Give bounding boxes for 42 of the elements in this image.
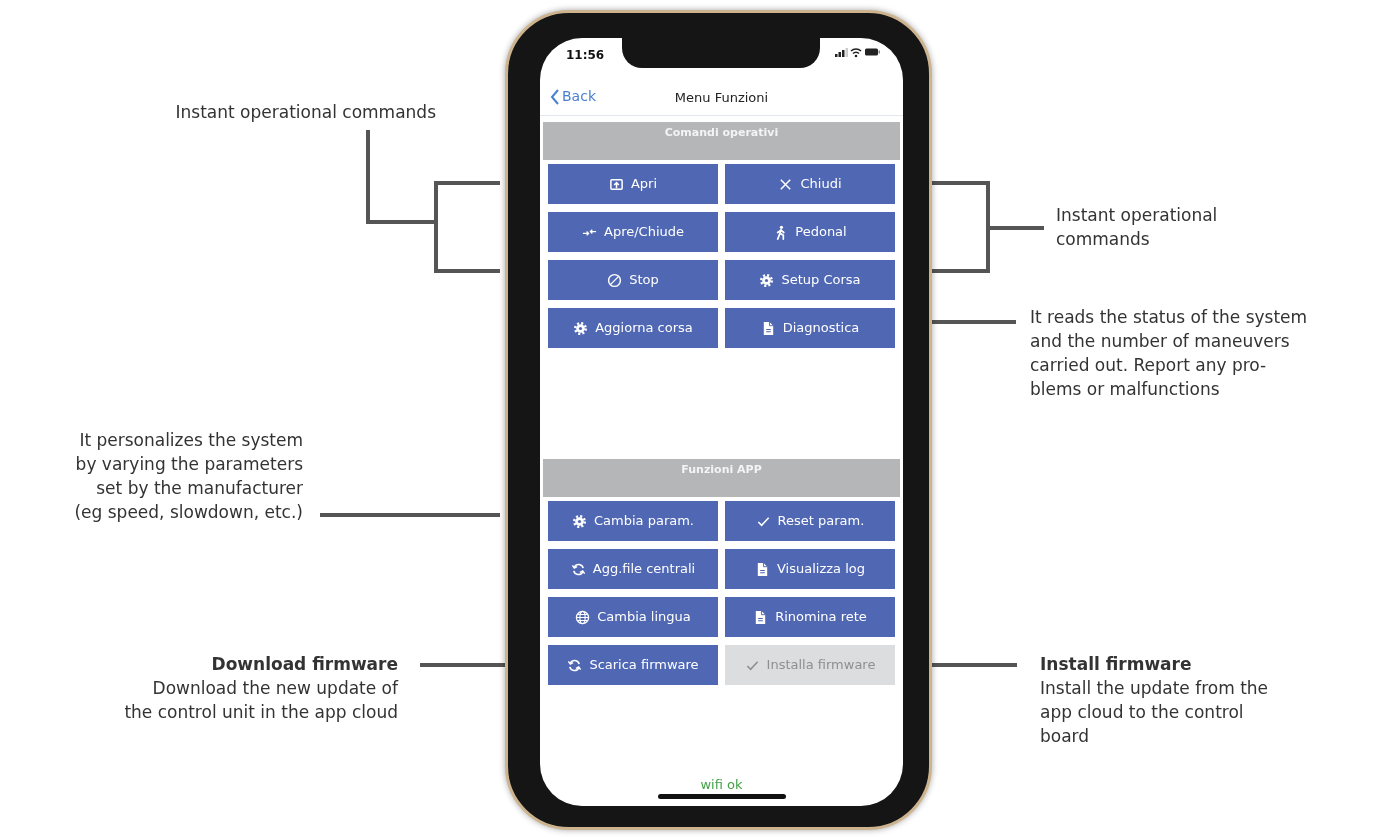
connection-status: wifi ok: [700, 776, 743, 794]
menu-button[interactable]: Rinomina rete: [725, 597, 895, 637]
screen-title: Menu Funzioni: [674, 89, 769, 107]
menu-button[interactable]: Stop: [548, 260, 718, 300]
menu-button[interactable]: Aggiorna corsa: [548, 308, 718, 348]
annotation-text: It personalizes the system by varying the parameters set by the manufacturer (eg speed, slowdown, etc.): [74, 429, 303, 524]
annotation-heading: Install firmware: [1040, 654, 1192, 674]
chevron-left-icon: [550, 88, 560, 105]
annotation-text: Install the update from the app cloud to the control board: [1040, 677, 1269, 748]
section-header: Funzioni APP: [543, 459, 900, 497]
sync-icon: [567, 657, 583, 673]
menu-button[interactable]: Cambia param.: [548, 501, 718, 541]
open-box-icon: [608, 176, 624, 192]
close-icon: [778, 176, 794, 192]
sync-icon: [570, 561, 586, 577]
annotation-text: It reads the status of the system and the number of maneuvers carried out. Report any pro- blems or malfunctions: [1030, 306, 1308, 401]
menu-button[interactable]: Setup Corsa: [725, 260, 895, 300]
stop-icon: [607, 272, 623, 288]
menu-button[interactable]: Chiudi: [725, 164, 895, 204]
menu-button[interactable]: Agg.file centrali: [548, 549, 718, 589]
annotation-heading: Download firmware: [211, 654, 398, 674]
menu-button[interactable]: Cambia lingua: [548, 597, 718, 637]
gear-icon: [759, 272, 775, 288]
section-header: Comandi operativi: [543, 122, 900, 160]
menu-button[interactable]: Pedonal: [725, 212, 895, 252]
menu-button[interactable]: Visualizza log: [725, 549, 895, 589]
back-button[interactable]: Back: [550, 86, 596, 107]
menu-button[interactable]: Diagnostica: [725, 308, 895, 348]
annotation-text: Download the new update of the control unit in the app cloud: [124, 677, 398, 724]
menu-button[interactable]: Reset param.: [725, 501, 895, 541]
annotation-text: Instant operational commands: [175, 101, 436, 124]
menu-button: Installa firmware: [725, 645, 895, 685]
annotation-text: Instant operational commands: [1056, 204, 1218, 251]
gear-icon: [572, 513, 587, 529]
status-time: 11:56: [566, 47, 605, 64]
menu-button[interactable]: Apre/Chiude: [548, 212, 718, 252]
status-icons: [835, 46, 881, 58]
gear-icon: [573, 320, 589, 336]
menu-button[interactable]: Apri: [548, 164, 718, 204]
document-icon: [755, 561, 770, 577]
menu-button[interactable]: Scarica firmware: [548, 645, 718, 685]
globe-icon: [575, 609, 591, 625]
